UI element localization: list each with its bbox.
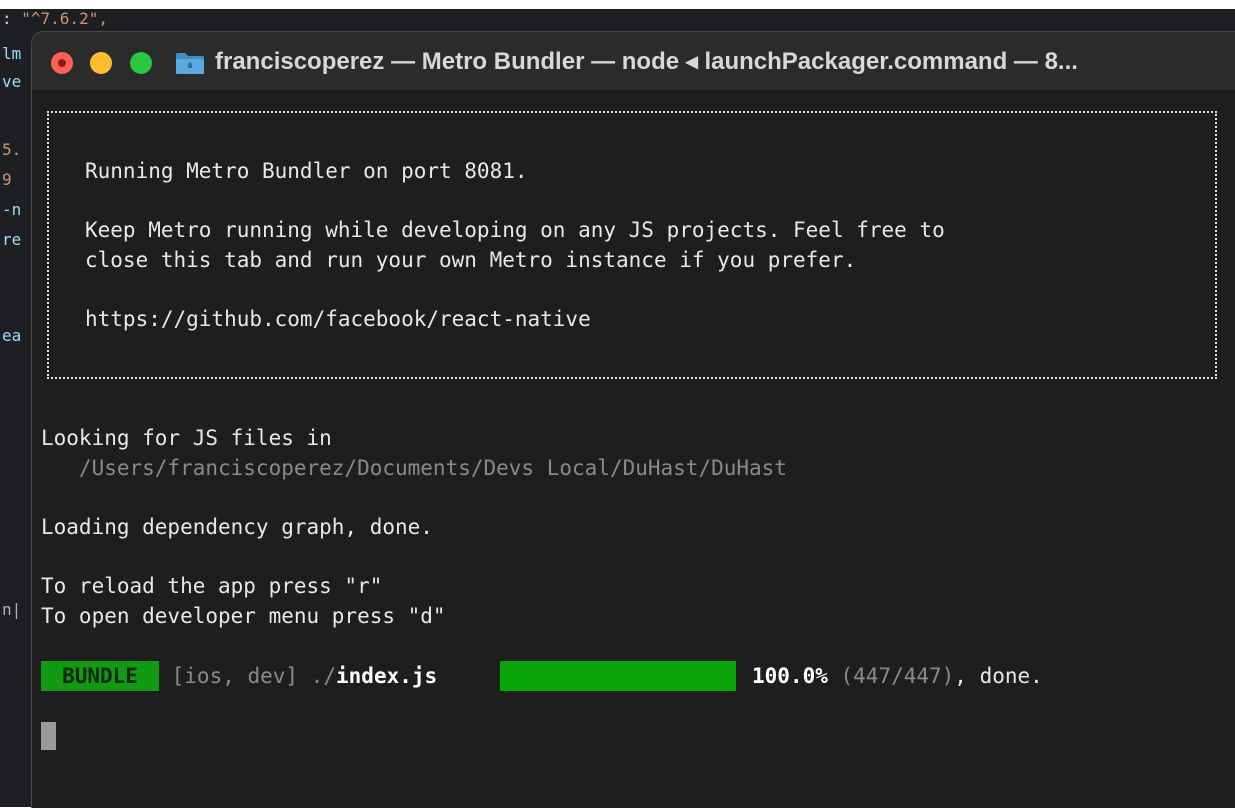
bundle-entry: index.js (336, 664, 438, 688)
editor-fragment: -n (2, 200, 22, 219)
editor-fragment: ve (2, 72, 22, 91)
banner-url[interactable]: https://github.com/facebook/react-native (85, 304, 591, 334)
folder-icon (175, 52, 205, 75)
bundle-badge: BUNDLE (41, 661, 159, 691)
looking-for-line: Looking for JS files in (41, 426, 332, 450)
editor-fragment: lm (2, 44, 22, 63)
bundle-percent: 100.0% (752, 664, 828, 688)
window-title: franciscoperez — Metro Bundler — node ◂ … (215, 48, 1078, 75)
terminal-window[interactable]: franciscoperez — Metro Bundler — node ◂ … (31, 31, 1235, 808)
editor-fragment: 9 (2, 170, 12, 189)
background-editor-line: : "^7.6.2", (2, 9, 108, 29)
bundle-progress-fill (500, 661, 736, 691)
bundle-line: [ios, dev] ./index.js (159, 661, 438, 691)
bundle-done: , done. (954, 664, 1043, 688)
zoom-icon[interactable] (130, 52, 152, 74)
close-icon[interactable] (51, 52, 73, 74)
banner-close-line: close this tab and run your own Metro in… (85, 248, 857, 272)
menu-hint: To open developer menu press "d" (41, 604, 446, 628)
banner-keep-line: Keep Metro running while developing on a… (85, 218, 945, 242)
editor-fragment: 5. (2, 140, 22, 159)
terminal-content[interactable]: Running Metro Bundler on port 8081. Keep… (32, 91, 1235, 808)
bundle-count: (447/447) (827, 664, 955, 688)
editor-fragment: ea (2, 326, 22, 345)
bundle-platform: [ios, dev] ./ (159, 664, 337, 688)
loading-line: Loading dependency graph, done. (41, 515, 433, 539)
editor-version-string: "^7.6.2", (21, 9, 108, 28)
editor-key-fragment: : (2, 9, 22, 28)
editor-fragment: re (2, 230, 22, 249)
editor-fragment: n| (2, 600, 22, 619)
banner-port-line: Running Metro Bundler on port 8081. (85, 159, 528, 183)
bundle-progress-bar (500, 661, 736, 691)
project-path: /Users/franciscoperez/Documents/Devs Loc… (41, 456, 787, 480)
window-titlebar[interactable]: franciscoperez — Metro Bundler — node ◂ … (32, 32, 1235, 91)
bundle-status-line: 100.0% (447/447), done. (752, 661, 1043, 691)
minimize-icon[interactable] (90, 52, 112, 74)
background-editor-top (0, 9, 1235, 33)
reload-hint: To reload the app press "r" (41, 574, 383, 598)
terminal-cursor (41, 722, 56, 750)
